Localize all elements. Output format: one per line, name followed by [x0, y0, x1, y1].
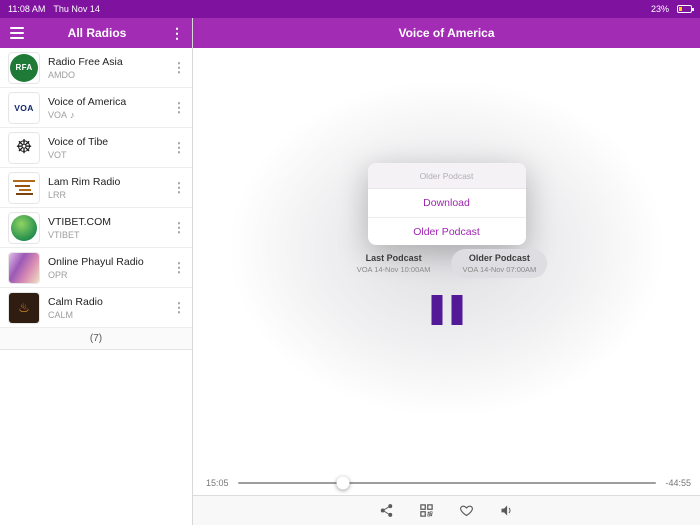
- progress-track[interactable]: [237, 476, 657, 490]
- station-logo: [9, 252, 39, 283]
- station-name: Voice of Tibe: [48, 135, 109, 148]
- station-row[interactable]: ♨ Calm Radio CALM ♪ ⋮: [0, 288, 192, 328]
- progress-thumb[interactable]: [336, 476, 350, 490]
- sidebar-header: All Radios ⋮: [0, 18, 192, 48]
- station-logo-frame: ♨: [8, 291, 40, 324]
- player-stage: Older Podcast Download Older Podcast Las…: [193, 48, 700, 471]
- bottom-toolbar: [193, 495, 700, 525]
- share-icon[interactable]: [378, 502, 396, 520]
- progress-row: 15:05 -44:55: [193, 471, 700, 495]
- station-row[interactable]: VTIBET.COM VTIBET ♪ ⋮: [0, 208, 192, 248]
- station-name: Online Phayul Radio: [48, 255, 144, 268]
- battery-icon: [677, 5, 694, 13]
- station-overflow-icon[interactable]: ⋮: [172, 300, 186, 316]
- station-code-text: AMDO: [48, 69, 75, 80]
- remaining-time: -44:55: [665, 478, 691, 488]
- station-row[interactable]: Lam Rim Radio LRR ♪ ⋮: [0, 168, 192, 208]
- now-playing-title: Voice of America: [398, 26, 495, 40]
- station-logo-frame: ☸: [8, 131, 40, 164]
- station-logo: [9, 172, 39, 203]
- popup-title: Older Podcast: [367, 163, 526, 189]
- station-name: VTIBET.COM: [48, 215, 112, 228]
- sidebar-overflow-icon[interactable]: ⋮: [170, 25, 184, 42]
- favorite-icon[interactable]: [458, 502, 476, 520]
- station-code-text: OPR: [48, 269, 68, 280]
- status-date: Thu Nov 14: [53, 4, 100, 14]
- station-overflow-icon[interactable]: ⋮: [172, 260, 186, 276]
- podcast-popup: Older Podcast Download Older Podcast: [367, 163, 526, 245]
- station-row[interactable]: VOA Voice of America VOA ♪ ⋮: [0, 88, 192, 128]
- station-code-text: VTIBET: [48, 229, 80, 240]
- station-code-text: LRR: [48, 189, 67, 200]
- pause-button[interactable]: [429, 293, 464, 327]
- station-logo: RFA: [10, 53, 38, 82]
- station-overflow-icon[interactable]: ⋮: [172, 140, 186, 156]
- station-logo: ☸: [9, 132, 39, 163]
- elapsed-time: 15:05: [206, 478, 229, 488]
- station-logo: VOA: [9, 92, 39, 123]
- station-logo-frame: VOA: [8, 91, 40, 124]
- menu-icon[interactable]: [10, 27, 24, 39]
- now-playing-icon: ♪: [70, 109, 75, 120]
- station-name: Lam Rim Radio: [48, 175, 121, 188]
- volume-icon[interactable]: [498, 502, 516, 520]
- station-list: RFA Radio Free Asia AMDO ♪ ⋮ VOA Voice o…: [0, 48, 192, 328]
- status-time: 11:08 AM: [8, 4, 46, 14]
- popup-option-older-podcast[interactable]: Older Podcast: [367, 217, 526, 245]
- station-code-text: CALM: [48, 309, 74, 320]
- station-logo-frame: [8, 211, 40, 244]
- battery-percent: 23%: [650, 4, 669, 14]
- sidebar: All Radios ⋮ RFA Radio Free Asia AMDO ♪ …: [0, 18, 193, 525]
- station-name: Voice of America: [48, 95, 127, 108]
- status-bar: 11:08 AM Thu Nov 14 23%: [0, 0, 700, 18]
- station-code-text: VOT: [48, 149, 67, 160]
- older-podcast-button[interactable]: Older Podcast VOA 14-Nov 07:00AM: [451, 249, 548, 278]
- qr-code-icon[interactable]: [418, 502, 436, 520]
- station-name: Calm Radio: [48, 295, 103, 308]
- station-overflow-icon[interactable]: ⋮: [172, 180, 186, 196]
- station-logo-frame: RFA: [8, 51, 40, 84]
- station-count: (7): [0, 328, 192, 350]
- app-window: 11:08 AM Thu Nov 14 23% All Radios ⋮ RFA…: [0, 0, 700, 525]
- station-name: Radio Free Asia: [48, 55, 123, 68]
- station-overflow-icon[interactable]: ⋮: [172, 100, 186, 116]
- popup-option-download[interactable]: Download: [368, 189, 526, 217]
- last-podcast-button[interactable]: Last Podcast VOA 14-Nov 10:00AM: [346, 249, 442, 278]
- main-panel: Voice of America Older Podcast Download …: [193, 18, 700, 525]
- backdrop-glow: [226, 78, 667, 418]
- podcast-buttons: Last Podcast VOA 14-Nov 10:00AM Older Po…: [346, 249, 548, 278]
- main-header: Voice of America: [193, 18, 700, 48]
- station-overflow-icon[interactable]: ⋮: [172, 60, 186, 76]
- station-logo-frame: [8, 251, 40, 284]
- station-overflow-icon[interactable]: ⋮: [172, 220, 186, 236]
- station-row[interactable]: ☸ Voice of Tibe VOT ♪ ⋮: [0, 128, 192, 168]
- station-row[interactable]: RFA Radio Free Asia AMDO ♪ ⋮: [0, 48, 192, 88]
- station-logo-frame: [8, 171, 40, 204]
- sidebar-title: All Radios: [67, 26, 127, 40]
- station-row[interactable]: Online Phayul Radio OPR ♪ ⋮: [0, 248, 192, 288]
- station-logo: [11, 214, 37, 241]
- station-code-text: VOA: [48, 109, 68, 120]
- station-logo: ♨: [9, 292, 39, 323]
